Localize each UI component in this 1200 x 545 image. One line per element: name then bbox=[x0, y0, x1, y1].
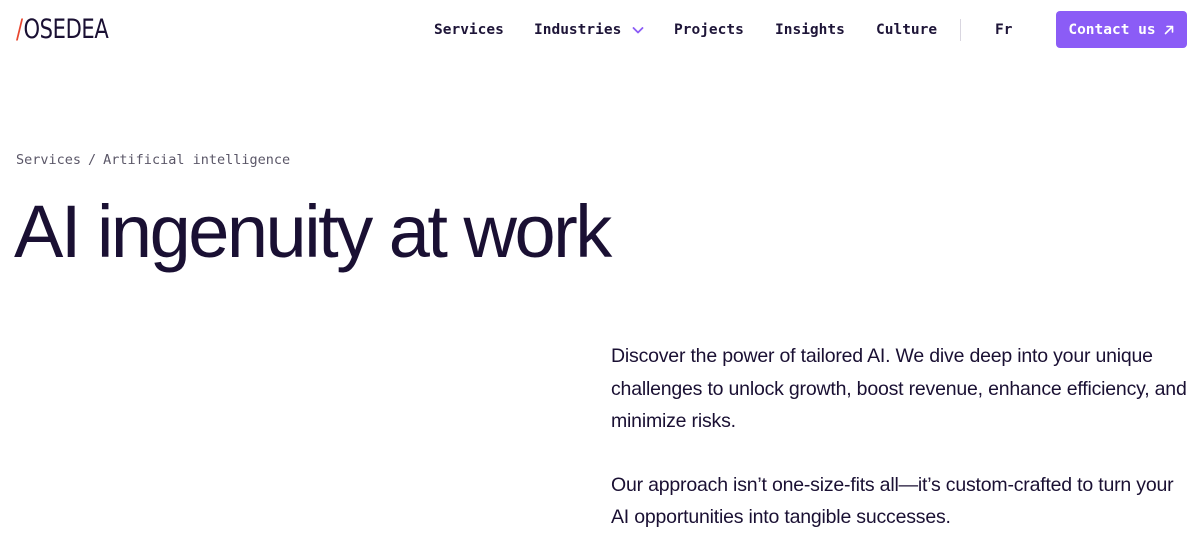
arrow-up-right-icon bbox=[1164, 25, 1173, 34]
breadcrumb-separator: / bbox=[88, 152, 97, 168]
nav-insights[interactable]: Insights bbox=[775, 19, 845, 41]
nav-services[interactable]: Services bbox=[434, 19, 504, 41]
page-title: AI ingenuity at work bbox=[14, 190, 612, 273]
breadcrumb-current: Artificial intelligence bbox=[103, 152, 291, 168]
main-nav: Services Industries Projects Insights Cu… bbox=[0, 0, 1200, 60]
site-header: / OSEDEA Services Industries Projects In… bbox=[0, 0, 1200, 60]
nav-industries[interactable]: Industries bbox=[534, 19, 645, 41]
breadcrumb-services[interactable]: Services bbox=[16, 152, 81, 168]
chevron-down-icon bbox=[632, 27, 644, 34]
nav-culture[interactable]: Culture bbox=[876, 19, 937, 41]
language-toggle[interactable]: Fr bbox=[995, 19, 1012, 41]
contact-us-button[interactable]: Contact us bbox=[1056, 11, 1187, 48]
intro-paragraph-1: Discover the power of tailored AI. We di… bbox=[611, 345, 1187, 432]
intro-text: Discover the power of tailored AI. We di… bbox=[611, 340, 1191, 534]
intro-paragraph-2: Our approach isn’t one-size-fits all—it’… bbox=[611, 473, 1174, 529]
nav-projects[interactable]: Projects bbox=[674, 19, 744, 41]
nav-divider bbox=[960, 19, 961, 41]
nav-industries-label: Industries bbox=[534, 22, 622, 38]
contact-us-label: Contact us bbox=[1068, 21, 1156, 38]
breadcrumb: Services / Artificial intelligence bbox=[16, 152, 290, 168]
